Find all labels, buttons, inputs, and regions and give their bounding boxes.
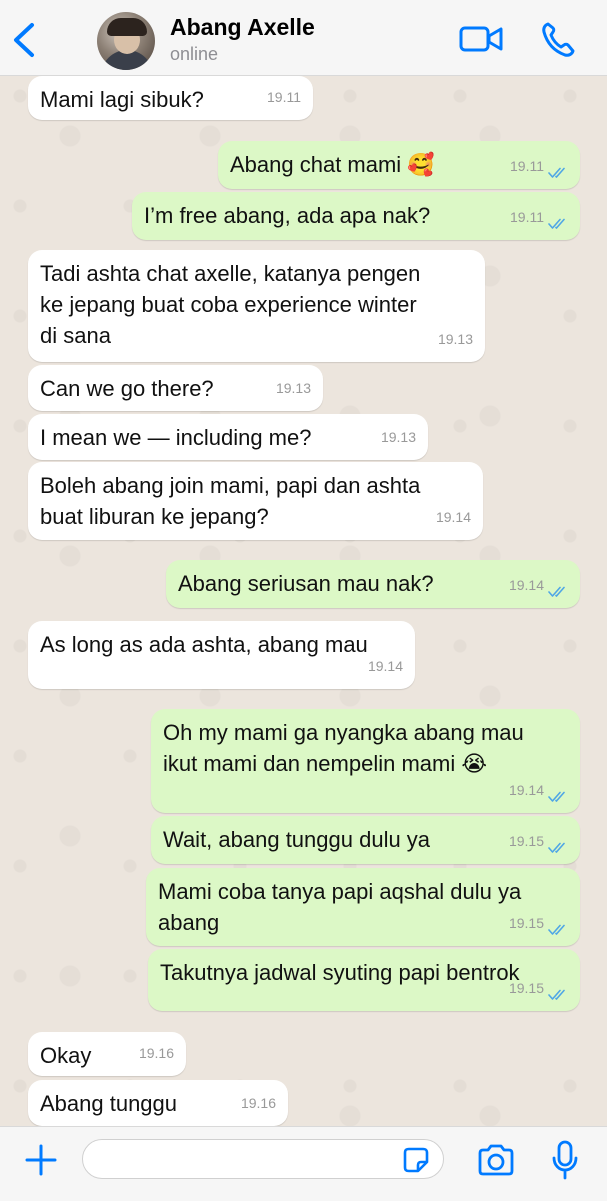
incoming-message-bubble[interactable]: I mean we — including me? 19.13 [28, 414, 428, 460]
message-text: I’m free abang, ada apa nak? [144, 203, 431, 228]
message-timestamp: 19.15 [508, 980, 544, 996]
chat-area[interactable]: Mami lagi sibuk? 19.11 Abang chat mami 🥰 19… [0, 76, 607, 1126]
incoming-message-bubble[interactable]: As long as ada ashta, abang mau 19.14 [28, 621, 415, 689]
camera-icon[interactable] [476, 1143, 516, 1177]
message-text: Takutnya jadwal syuting papi bentrok [160, 960, 520, 985]
message-text: Oh my mami ga nyangka abang mau ikut mam… [163, 720, 524, 776]
sticker-icon[interactable] [401, 1145, 431, 1175]
message-timestamp: 19.16 [138, 1045, 174, 1061]
video-call-icon[interactable] [458, 22, 504, 56]
message-text: Wait, abang tunggu dulu ya [163, 827, 431, 852]
back-chevron-icon[interactable] [10, 22, 40, 58]
microphone-icon[interactable] [551, 1140, 579, 1180]
outgoing-message-bubble[interactable]: Takutnya jadwal syuting papi bentrok 19.1… [148, 949, 580, 1011]
incoming-message-bubble[interactable]: Okay 19.16 [28, 1032, 186, 1076]
outgoing-message-bubble[interactable]: Abang seriusan mau nak? 19.14 [166, 560, 580, 608]
incoming-message-bubble[interactable]: Abang tunggu 19.16 [28, 1080, 288, 1126]
read-receipt-icon [548, 586, 565, 597]
chat-header: Abang Axelle online [0, 0, 607, 76]
message-timestamp: 19.14 [367, 658, 403, 674]
message-text: Mami coba tanya papi aqshal dulu ya aban… [158, 879, 522, 935]
message-text: Tadi ashta chat axelle, katanya pengen k… [40, 261, 421, 348]
message-timestamp: 19.11 [510, 158, 544, 174]
message-timestamp: 19.14 [508, 782, 544, 798]
message-timestamp: 19.16 [240, 1095, 276, 1111]
composer-bar [0, 1126, 607, 1201]
outgoing-message-bubble[interactable]: I’m free abang, ada apa nak? 19.11 [132, 192, 580, 240]
message-text: As long as ada ashta, abang mau [40, 632, 368, 657]
message-timestamp: 19.11 [510, 209, 544, 225]
message-timestamp: 19.11 [267, 89, 301, 105]
contact-name[interactable]: Abang Axelle [170, 14, 315, 41]
message-text: Abang seriusan mau nak? [178, 571, 434, 596]
message-text: Abang tunggu [40, 1091, 178, 1116]
message-timestamp: 19.14 [435, 509, 471, 525]
incoming-message-bubble[interactable]: Mami lagi sibuk? 19.11 [28, 76, 313, 120]
read-receipt-icon [548, 842, 565, 853]
read-receipt-icon [548, 167, 565, 178]
outgoing-message-bubble[interactable]: Wait, abang tunggu dulu ya 19.15 [151, 816, 580, 864]
message-text: Mami lagi sibuk? [40, 87, 204, 112]
message-text: Boleh abang join mami, papi dan ashta bu… [40, 473, 421, 529]
message-timestamp: 19.13 [275, 380, 311, 396]
read-receipt-icon [548, 989, 565, 1000]
plus-icon[interactable] [24, 1143, 58, 1177]
message-timestamp: 19.15 [508, 915, 544, 931]
message-text: Can we go there? [40, 376, 214, 401]
phone-icon[interactable] [540, 20, 576, 58]
message-timestamp: 19.14 [508, 577, 544, 593]
message-text: Abang chat mami 🥰 [230, 152, 435, 177]
message-input[interactable] [82, 1139, 444, 1179]
message-timestamp: 19.13 [380, 429, 416, 445]
outgoing-message-bubble[interactable]: Mami coba tanya papi aqshal dulu ya aban… [146, 868, 580, 946]
message-timestamp: 19.13 [437, 331, 473, 347]
incoming-message-bubble[interactable]: Tadi ashta chat axelle, katanya pengen k… [28, 250, 485, 362]
outgoing-message-bubble[interactable]: Abang chat mami 🥰 19.11 [218, 141, 580, 189]
message-text: Okay [40, 1043, 92, 1068]
read-receipt-icon [548, 791, 565, 802]
read-receipt-icon [548, 218, 565, 229]
incoming-message-bubble[interactable]: Boleh abang join mami, papi dan ashta bu… [28, 462, 483, 540]
message-text: I mean we — including me? [40, 425, 312, 450]
incoming-message-bubble[interactable]: Can we go there? 19.13 [28, 365, 323, 411]
avatar-hair-shape [107, 18, 147, 36]
avatar[interactable] [97, 12, 155, 70]
read-receipt-icon [548, 924, 565, 935]
outgoing-message-bubble[interactable]: Oh my mami ga nyangka abang mau ikut mam… [151, 709, 580, 813]
message-timestamp: 19.15 [508, 833, 544, 849]
contact-status: online [170, 44, 219, 64]
